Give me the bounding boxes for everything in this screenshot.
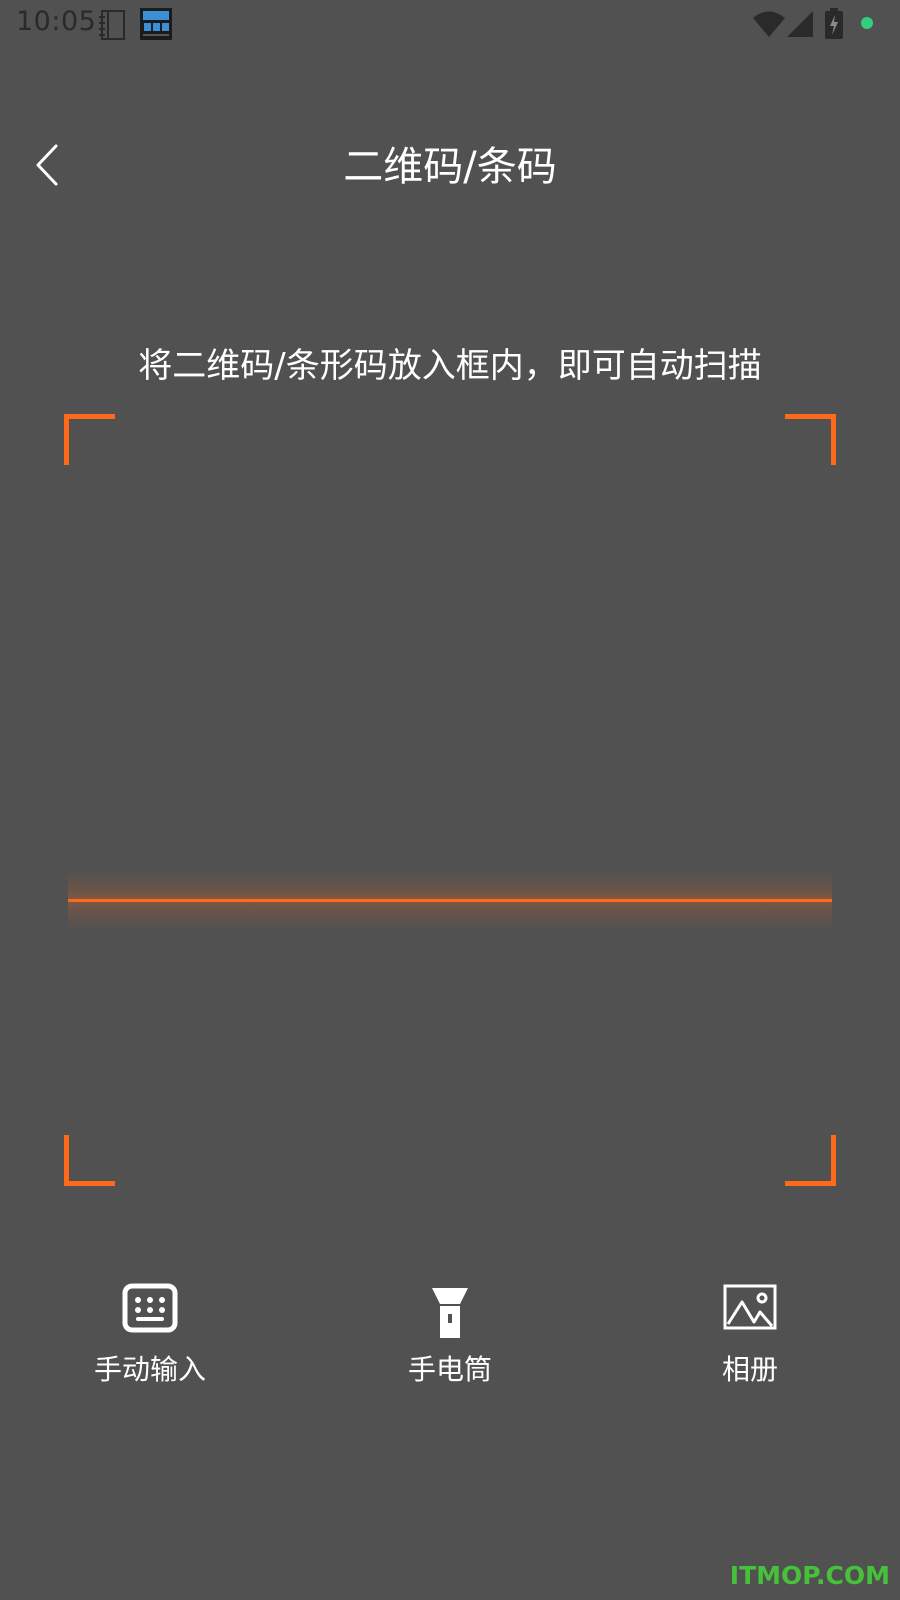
status-bar: 10:05 [0,0,900,52]
watermark: ITMOP.COM [729,1561,890,1590]
flashlight-button[interactable]: 手电筒 [350,1280,550,1400]
scanner-actions: 手动输入 手电筒 相册 [0,1280,900,1420]
image-icon [723,1284,777,1330]
scan-corner-top-right [785,414,836,465]
album-label: 相册 [721,1353,778,1386]
flashlight-icon [432,1288,468,1338]
notification-dot-icon [861,17,873,29]
status-time: 10:05 [16,6,97,37]
wifi-icon [753,11,785,37]
battery-charging-icon [825,8,843,39]
scan-line [68,899,832,902]
flashlight-label: 手电筒 [407,1353,492,1386]
header: 二维码/条码 [0,120,900,210]
calendar-widget-icon [140,8,172,40]
album-button[interactable]: 相册 [650,1280,850,1400]
keyboard-icon [122,1283,178,1333]
cell-signal-icon [787,11,813,37]
scan-corner-bottom-right [785,1135,836,1186]
page-title: 二维码/条码 [343,144,557,190]
notebook-icon [99,10,125,40]
scan-corner-bottom-left [64,1135,115,1186]
scan-frame [64,414,836,1186]
scan-instruction: 将二维码/条形码放入框内，即可自动扫描 [138,346,762,386]
scan-corner-top-left [64,414,115,465]
manual-input-label: 手动输入 [93,1353,206,1386]
manual-input-button[interactable]: 手动输入 [50,1280,250,1400]
